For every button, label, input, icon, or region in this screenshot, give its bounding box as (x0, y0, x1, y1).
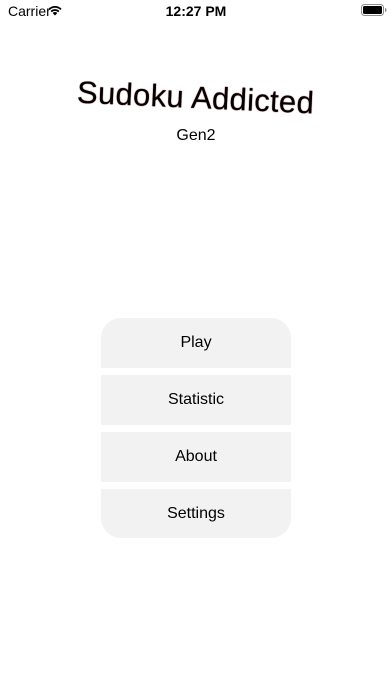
clock: 12:27 PM (165, 3, 227, 19)
app-title: Sudoku Addicted (76, 74, 316, 121)
battery-full-icon (361, 4, 387, 16)
play-button[interactable]: Play (101, 318, 291, 368)
main-screen: Carrier 12:27 PM Sudoku Addicted Gen2 Pl… (0, 0, 392, 696)
statistic-button[interactable]: Statistic (101, 375, 291, 425)
about-button[interactable]: About (101, 432, 291, 482)
main-menu: Play Statistic About Settings (101, 318, 291, 538)
title-container: Sudoku Addicted (0, 75, 392, 121)
status-bar: Carrier 12:27 PM (0, 0, 392, 24)
settings-button[interactable]: Settings (101, 489, 291, 538)
app-subtitle: Gen2 (176, 127, 216, 144)
